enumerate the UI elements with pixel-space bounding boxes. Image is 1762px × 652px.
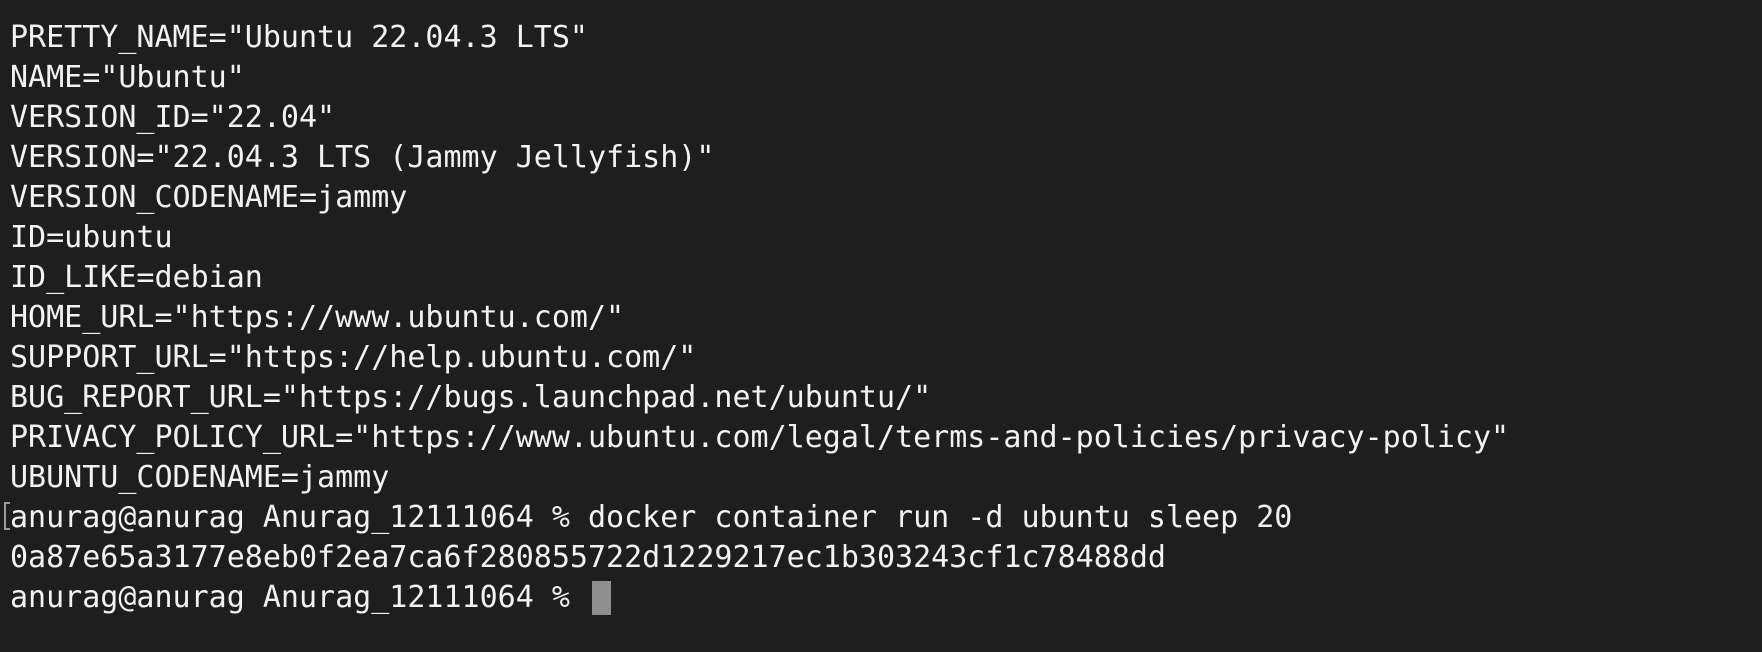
cursor-block bbox=[591, 581, 611, 615]
output-line: HOME_URL="https://www.ubuntu.com/" bbox=[10, 300, 625, 335]
output-line: VERSION_ID="22.04" bbox=[10, 100, 336, 135]
output-line: ID_LIKE=debian bbox=[10, 260, 263, 295]
output-line: ID=ubuntu bbox=[10, 220, 173, 255]
output-line: SUPPORT_URL="https://help.ubuntu.com/" bbox=[10, 340, 697, 375]
container-id-output: 0a87e65a3177e8eb0f2ea7ca6f280855722d1229… bbox=[10, 540, 1166, 575]
output-line: PRIVACY_POLICY_URL="https://www.ubuntu.c… bbox=[10, 420, 1510, 455]
output-line: BUG_REPORT_URL="https://bugs.launchpad.n… bbox=[10, 380, 932, 415]
active-prompt-line[interactable]: anurag@anurag Anurag_12111064 % bbox=[10, 578, 1762, 618]
output-line: VERSION_CODENAME=jammy bbox=[10, 180, 408, 215]
output-line: NAME="Ubuntu" bbox=[10, 60, 245, 95]
shell-prompt: anurag@anurag Anurag_12111064 % bbox=[10, 580, 588, 615]
command-mark-icon bbox=[4, 502, 10, 530]
output-line: PRETTY_NAME="Ubuntu 22.04.3 LTS" bbox=[10, 20, 588, 55]
output-line: VERSION="22.04.3 LTS (Jammy Jellyfish)" bbox=[10, 140, 715, 175]
terminal-window[interactable]: PRETTY_NAME="Ubuntu 22.04.3 LTS" NAME="U… bbox=[0, 0, 1762, 652]
command-line: anurag@anurag Anurag_12111064 % docker c… bbox=[10, 500, 1293, 535]
output-line: UBUNTU_CODENAME=jammy bbox=[10, 460, 390, 495]
